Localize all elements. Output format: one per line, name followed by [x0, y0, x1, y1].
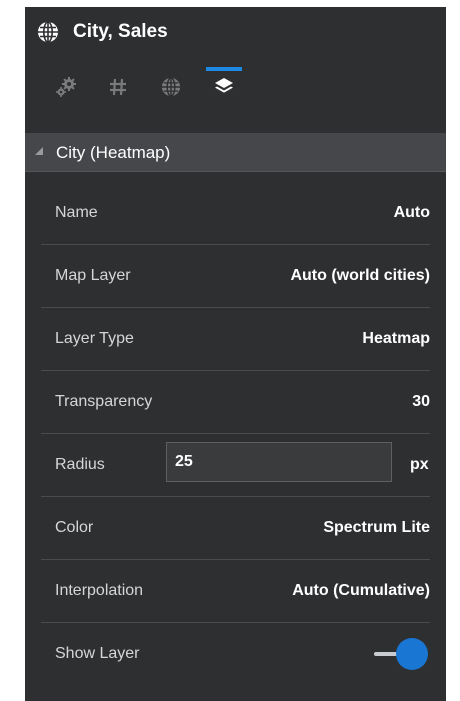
globe-icon — [37, 21, 59, 43]
property-row-name: Name Auto — [41, 182, 430, 245]
hash-icon — [108, 77, 128, 102]
map-layer-value[interactable]: Auto (world cities) — [290, 266, 430, 286]
map-layer-label: Map Layer — [55, 267, 131, 284]
tab-bar — [25, 67, 446, 111]
property-row-show-layer: Show Layer — [41, 623, 430, 685]
tab-number-format[interactable] — [99, 67, 137, 111]
tab-layers[interactable] — [205, 67, 243, 111]
transparency-label: Transparency — [55, 393, 153, 410]
layer-section-header[interactable]: City (Heatmap) — [25, 133, 446, 172]
section-title: City (Heatmap) — [56, 143, 171, 162]
radius-label: Radius — [55, 456, 105, 473]
transparency-value[interactable]: 30 — [412, 392, 430, 412]
panel-header: City, Sales — [25, 7, 446, 55]
interpolation-value[interactable]: Auto (Cumulative) — [292, 581, 430, 601]
property-row-map-layer: Map Layer Auto (world cities) — [41, 245, 430, 308]
toggle-thumb — [396, 638, 428, 670]
tab-map[interactable] — [152, 67, 190, 111]
layer-type-label: Layer Type — [55, 330, 134, 347]
radius-input[interactable] — [166, 442, 392, 482]
layer-type-value[interactable]: Heatmap — [362, 329, 430, 349]
property-row-transparency: Transparency 30 — [41, 371, 430, 434]
name-value[interactable]: Auto — [394, 203, 430, 223]
collapse-triangle-icon — [35, 147, 43, 155]
show-layer-toggle[interactable] — [374, 636, 430, 672]
show-layer-label: Show Layer — [55, 645, 140, 662]
property-row-layer-type: Layer Type Heatmap — [41, 308, 430, 371]
property-row-interpolation: Interpolation Auto (Cumulative) — [41, 560, 430, 623]
color-label: Color — [55, 519, 94, 536]
radius-unit: px — [410, 456, 429, 473]
property-row-radius: Radius px — [41, 434, 430, 497]
property-row-color: Color Spectrum Lite — [41, 497, 430, 560]
properties-panel: City, Sales City (Heatmap) Name Auto Map… — [25, 7, 446, 701]
color-value[interactable]: Spectrum Lite — [323, 518, 430, 538]
globe-icon — [161, 76, 181, 102]
tab-settings[interactable] — [47, 67, 85, 111]
name-label: Name — [55, 204, 98, 221]
gears-icon — [54, 75, 78, 104]
interpolation-label: Interpolation — [55, 582, 144, 599]
panel-title: City, Sales — [73, 21, 168, 42]
layers-icon — [213, 76, 235, 103]
